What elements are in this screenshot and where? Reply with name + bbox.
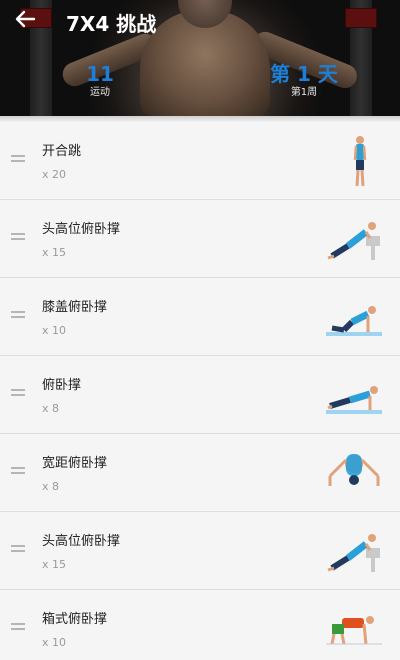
exercise-reps: x 10 [42, 636, 67, 649]
exercise-row[interactable]: 头高位俯卧撑 x 15 [0, 200, 400, 278]
exercise-reps: x 15 [42, 558, 67, 571]
back-arrow-icon[interactable] [14, 8, 38, 32]
drag-handle-icon[interactable] [11, 545, 25, 553]
week-label: 第1周 [290, 87, 318, 98]
day-stat: 第 1 天 第1周 [266, 62, 342, 100]
drag-handle-icon[interactable] [11, 389, 25, 397]
incline-pushup-icon [327, 534, 380, 572]
incline-pushup-icon [327, 222, 380, 260]
exercise-reps: x 20 [42, 168, 67, 181]
exercise-row[interactable]: 俯卧撑 x 8 [0, 356, 400, 434]
exercise-count-stat: 11 运动 [78, 62, 122, 100]
exercise-row[interactable]: 膝盖俯卧撑 x 10 [0, 278, 400, 356]
pushup-icon [326, 386, 382, 414]
exercise-row[interactable]: 开合跳 x 20 [0, 122, 400, 200]
drag-handle-icon[interactable] [11, 467, 25, 475]
exercise-row[interactable]: 宽距俯卧撑 x 8 [0, 434, 400, 512]
exercise-name: 膝盖俯卧撑 [42, 300, 108, 315]
exercise-reps: x 10 [42, 324, 67, 337]
drag-handle-icon[interactable] [11, 311, 25, 319]
page-title: 7X4 挑战 [66, 12, 157, 36]
exercise-reps: x 8 [42, 402, 60, 415]
exercise-name: 头高位俯卧撑 [42, 222, 121, 237]
drag-handle-icon[interactable] [11, 233, 25, 241]
day-value: 第 1 天 [270, 62, 338, 86]
header-banner: 7X4 挑战 11 运动 第 1 天 第1周 [0, 0, 400, 116]
box-pushup-icon [326, 616, 382, 645]
exercise-name: 箱式俯卧撑 [42, 612, 108, 627]
exercise-name: 开合跳 [42, 144, 82, 159]
exercise-count-value: 11 [86, 62, 114, 86]
exercise-name: 俯卧撑 [42, 378, 82, 393]
exercise-name: 头高位俯卧撑 [42, 534, 121, 549]
wide-pushup-icon [328, 454, 380, 486]
drag-handle-icon[interactable] [11, 155, 25, 163]
exercise-row[interactable]: 箱式俯卧撑 x 10 [0, 590, 400, 660]
exercise-count-label: 运动 [90, 87, 110, 98]
exercise-list: 开合跳 x 20 头高位俯卧撑 x 15 膝盖俯卧撑 x 10 俯卧撑 x 8 … [0, 122, 400, 660]
knee-pushup-icon [326, 306, 382, 336]
exercise-reps: x 8 [42, 480, 60, 493]
exercise-name: 宽距俯卧撑 [42, 456, 108, 471]
exercise-reps: x 15 [42, 246, 67, 259]
drag-handle-icon[interactable] [11, 623, 25, 631]
workout-day-screen: 7X4 挑战 11 运动 第 1 天 第1周 开合跳 x 20 头高位俯卧撑 x… [0, 0, 400, 660]
jumping-jacks-icon [353, 136, 367, 187]
exercise-row[interactable]: 头高位俯卧撑 x 15 [0, 512, 400, 590]
